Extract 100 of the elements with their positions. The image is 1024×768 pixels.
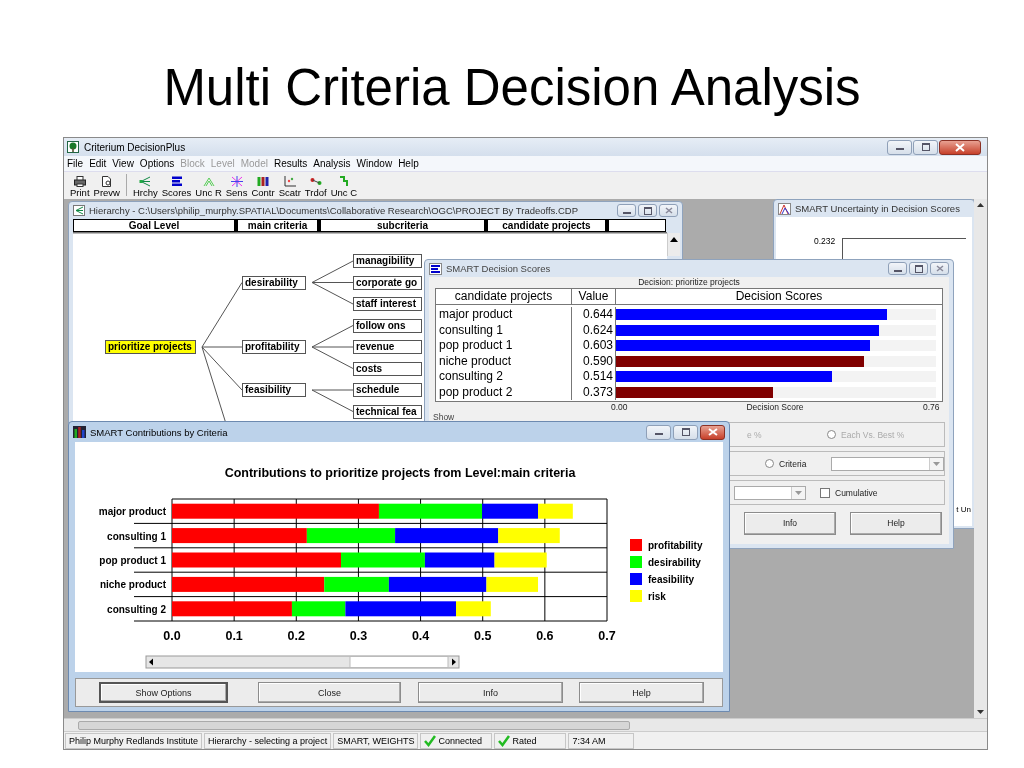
tick-label: 0.1: [225, 629, 243, 643]
menu-item[interactable]: Results: [273, 158, 308, 169]
status-panel: Philip Murphy Redlands Institute: [65, 732, 203, 749]
menu-item[interactable]: File: [67, 158, 84, 169]
tree-node[interactable]: desirability: [242, 275, 306, 290]
column-header: Goal Level: [73, 219, 235, 232]
dialog-button[interactable]: Close: [258, 682, 401, 703]
minimize-icon: [654, 433, 663, 435]
tick-label: 0.5: [474, 629, 492, 643]
menu-item[interactable]: Help: [398, 158, 419, 169]
status-panel: Rated: [494, 732, 567, 749]
check-icon: [424, 734, 437, 747]
menu-item[interactable]: Analysis: [313, 158, 351, 169]
up-arrow-icon: [670, 237, 678, 242]
status-panel: SMART, WEIGHTS: [333, 732, 419, 749]
tree-node[interactable]: costs: [353, 361, 422, 376]
toolbar-button[interactable]: Print: [68, 176, 92, 198]
dialog-button[interactable]: Info: [744, 511, 836, 535]
tick-label: 0.4: [411, 629, 430, 643]
asterisk-icon: [230, 176, 243, 187]
toolbar-button[interactable]: Scatr: [276, 176, 303, 198]
triangle-icon: [202, 176, 215, 187]
maximize-icon: [914, 264, 923, 273]
tree-node[interactable]: staff interest: [353, 297, 422, 311]
close-button[interactable]: [939, 139, 981, 155]
tree-node[interactable]: managibility: [353, 254, 422, 268]
status-panel: Hierarchy - selecting a project: [204, 732, 332, 749]
cumulative-checkbox[interactable]: Cumulative: [820, 487, 878, 498]
tree-node[interactable]: profitability: [242, 340, 306, 354]
minimize-button[interactable]: [646, 424, 671, 440]
status-panel: 7:34 AM: [568, 732, 635, 749]
menu-item[interactable]: View: [112, 158, 134, 169]
scrollbar[interactable]: [974, 199, 987, 718]
tree-icon: [67, 141, 79, 153]
tick-label: 0.7: [598, 629, 616, 643]
toolbar-button[interactable]: Scores: [159, 176, 194, 198]
window-title: SMART Contributions by Criteria: [90, 426, 228, 438]
chart-subtitle: Decision: prioritize projects: [637, 277, 741, 288]
dialog-button[interactable]: Show Options: [99, 682, 228, 703]
tree-node[interactable]: prioritize projects: [105, 340, 196, 354]
menu-item[interactable]: Window: [356, 158, 393, 169]
minimize-button[interactable]: [888, 262, 907, 275]
bar-segment: [494, 552, 547, 568]
column-header: candidate projects: [485, 219, 606, 232]
tree-node[interactable]: feasibility: [242, 383, 306, 397]
tree-icon: [73, 205, 85, 216]
minimize-icon: [893, 269, 902, 272]
close-icon: [707, 428, 718, 436]
maximize-icon: [681, 428, 690, 436]
tree-node[interactable]: revenue: [353, 340, 422, 354]
category-label: niche product: [99, 579, 166, 591]
column-header: main criteria: [235, 219, 318, 232]
printer-icon: [73, 176, 86, 187]
scrollbar[interactable]: [667, 233, 680, 256]
bar-segment: [424, 552, 495, 568]
axis-label: 0.76: [923, 402, 940, 412]
maximize-button[interactable]: [673, 424, 698, 440]
tree-icon: [139, 176, 152, 187]
menu-item[interactable]: Options: [139, 158, 175, 169]
dialog-button[interactable]: Info: [418, 682, 563, 703]
toolbar-button[interactable]: Unc C: [328, 176, 360, 198]
toolbar-button[interactable]: Trdof: [302, 176, 329, 198]
minimize-button[interactable]: [887, 139, 912, 155]
window-title: SMART Decision Scores: [446, 263, 551, 274]
close-button[interactable]: [700, 424, 725, 440]
category-label: major product: [98, 506, 166, 518]
tree-node[interactable]: corporate go: [353, 275, 422, 290]
tree-node[interactable]: technical fea: [353, 404, 422, 419]
maximize-button[interactable]: [913, 139, 938, 155]
maximize-button[interactable]: [638, 204, 657, 217]
stacked-bars-icon: [257, 176, 269, 187]
caret-icon: [933, 461, 940, 466]
scrollbar[interactable]: [145, 655, 460, 669]
menu-item[interactable]: Edit: [89, 158, 107, 169]
tick-label: 0.3: [349, 629, 368, 643]
zigzag-icon: [337, 176, 350, 187]
toolbar-button[interactable]: Prevw: [91, 176, 122, 198]
legend-label: profitability: [648, 540, 703, 551]
toolbar-button[interactable]: Sens: [223, 176, 250, 198]
axis-tick-label: 0.232: [814, 236, 836, 246]
scrollbar[interactable]: [64, 718, 987, 731]
table-cell: consulting 1: [436, 322, 572, 338]
tree-node[interactable]: follow ons: [353, 318, 422, 333]
minimize-button[interactable]: [617, 204, 636, 217]
down-arrow-icon: [977, 710, 984, 714]
caret-icon: [795, 490, 802, 495]
toolbar-button[interactable]: Hrchy: [130, 176, 160, 198]
radio-option[interactable]: Criteria: [765, 458, 807, 469]
dialog-button[interactable]: Help: [850, 511, 942, 535]
toolbar-button[interactable]: Contr: [249, 176, 277, 198]
dialog-button[interactable]: Help: [579, 682, 704, 703]
axis-title: Decision Score: [746, 402, 804, 412]
tree-node[interactable]: schedule: [353, 383, 422, 397]
window-title: Hierarchy - C:\Users\philip_murphy.SPATIAL\Documents\Collaborative Research\OGC\PROJECT By Tradeoffs.CDP: [89, 205, 579, 216]
column-header: Decision Scores: [734, 289, 824, 304]
maximize-button[interactable]: [909, 262, 928, 275]
window-title: SMART Uncertainty in Decision Scores: [795, 203, 960, 214]
tick-label: 0.2: [287, 629, 305, 643]
toolbar-button[interactable]: Unc R: [193, 176, 224, 198]
category-label: pop product 1: [99, 555, 166, 566]
